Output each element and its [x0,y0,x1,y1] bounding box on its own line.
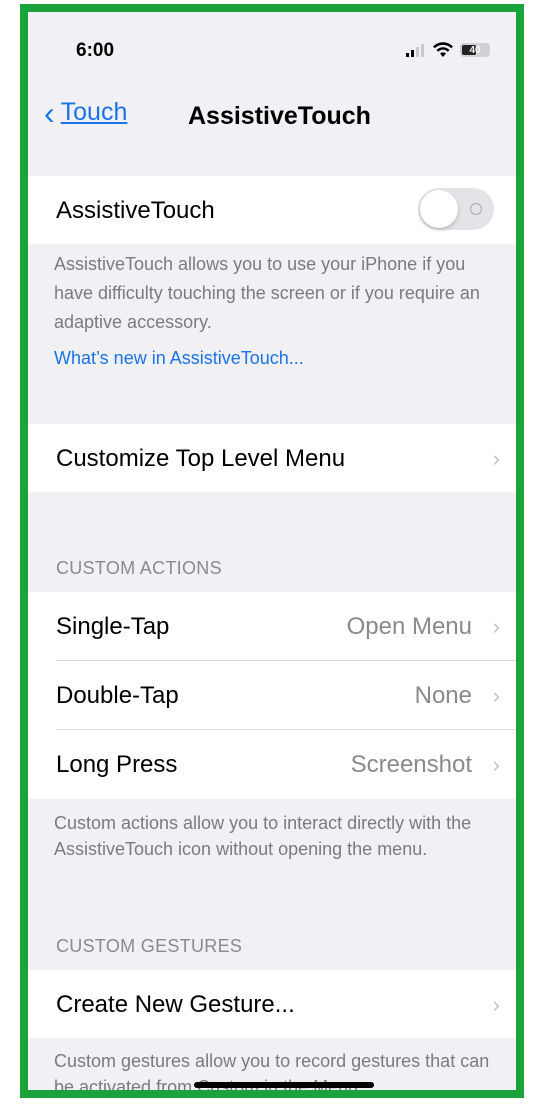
wifi-icon [433,42,453,57]
assistivetouch-toggle[interactable] [418,188,494,230]
status-bar: 6:00 40 [28,12,516,82]
toggle-knob [420,190,458,228]
assistivetouch-description: AssistiveTouch allows you to use your iP… [54,254,480,332]
single-tap-row[interactable]: Single-Tap Open Menu › [28,592,516,661]
assistivetouch-label: AssistiveTouch [56,197,215,224]
double-tap-row[interactable]: Double-Tap None › [28,661,516,730]
home-indicator[interactable] [194,1082,374,1088]
chevron-left-icon: ‹ [44,94,55,131]
page-title: AssistiveTouch [188,102,371,130]
chevron-right-icon: › [492,683,500,708]
create-new-gesture-row[interactable]: Create New Gesture... › [28,970,516,1038]
custom-actions-header: CUSTOM ACTIONS [56,558,222,578]
settings-screen: 6:00 40 ‹ Touch AssistiveTouch Assistive… [28,12,516,1090]
long-press-label: Long Press [56,751,178,778]
long-press-value: Screenshot [350,751,472,778]
customize-top-level-menu-row[interactable]: Customize Top Level Menu › [28,424,516,492]
screenshot-frame: 6:00 40 ‹ Touch AssistiveTouch Assistive… [20,4,524,1098]
customize-menu-label: Customize Top Level Menu [56,445,346,472]
long-press-row[interactable]: Long Press Screenshot › [28,730,516,799]
double-tap-value: None [414,682,472,709]
back-label: Touch [60,98,128,126]
assistivetouch-row[interactable]: AssistiveTouch [28,176,516,244]
chevron-right-icon: › [492,752,500,777]
status-icons: 40 [406,42,490,58]
battery-icon: 40 [460,43,490,57]
custom-actions-footer: Custom actions allow you to interact dir… [54,813,472,859]
whats-new-link[interactable]: What’s new in AssistiveTouch... [54,348,304,369]
custom-gestures-header: CUSTOM GESTURES [56,936,243,956]
navigation-bar: ‹ Touch AssistiveTouch [28,82,516,154]
toggle-off-indicator-icon [470,203,482,215]
single-tap-label: Single-Tap [56,613,170,640]
chevron-right-icon: › [492,992,500,1017]
single-tap-value: Open Menu [346,613,472,640]
chevron-right-icon: › [492,614,500,639]
back-button[interactable]: ‹ Touch [44,94,128,131]
status-time: 6:00 [76,40,115,61]
chevron-right-icon: › [492,446,500,471]
create-new-gesture-label: Create New Gesture... [56,991,295,1018]
double-tap-label: Double-Tap [56,682,179,709]
signal-bars-icon [406,44,424,57]
battery-level: 40 [469,44,481,56]
